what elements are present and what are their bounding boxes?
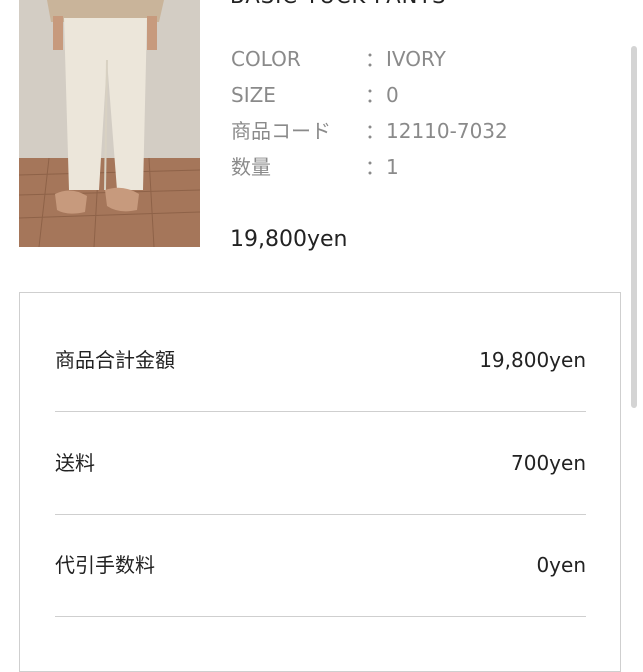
spec-size-label: SIZE (231, 83, 276, 107)
spec-color-value: IVORY (386, 47, 446, 71)
summary-divider (55, 411, 586, 412)
cod-fee-value: 0yen (536, 553, 586, 577)
summary-divider (55, 514, 586, 515)
shipping-value: 700yen (511, 451, 586, 475)
spec-code-value: 12110-7032 (386, 119, 508, 143)
cod-fee-label: 代引手数料 (55, 553, 155, 577)
spec-size-separator: ： (365, 83, 385, 107)
subtotal-value: 19,800yen (479, 348, 586, 372)
product-image (19, 0, 200, 247)
spec-quantity-label: 数量 (231, 155, 271, 179)
subtotal-label: 商品合計金額 (55, 348, 175, 372)
spec-code-label: 商品コード (231, 119, 331, 143)
spec-color-separator: ： (365, 47, 385, 71)
spec-size-value: 0 (386, 83, 399, 107)
summary-divider (55, 616, 586, 617)
page-scrollbar[interactable] (631, 0, 638, 643)
spec-code-separator: ： (365, 119, 385, 143)
product-price: 19,800yen (230, 227, 348, 252)
product-title: BASIC TUCK PANTS (230, 0, 447, 8)
spec-quantity-value: 1 (386, 155, 399, 179)
product-photo (19, 0, 200, 247)
spec-color-label: COLOR (231, 47, 301, 71)
order-summary: 商品合計金額 19,800yen 送料 700yen 代引手数料 0yen (19, 292, 621, 672)
spec-quantity-separator: ： (365, 155, 385, 179)
shipping-label: 送料 (55, 451, 95, 475)
scrollbar-thumb[interactable] (631, 46, 637, 408)
